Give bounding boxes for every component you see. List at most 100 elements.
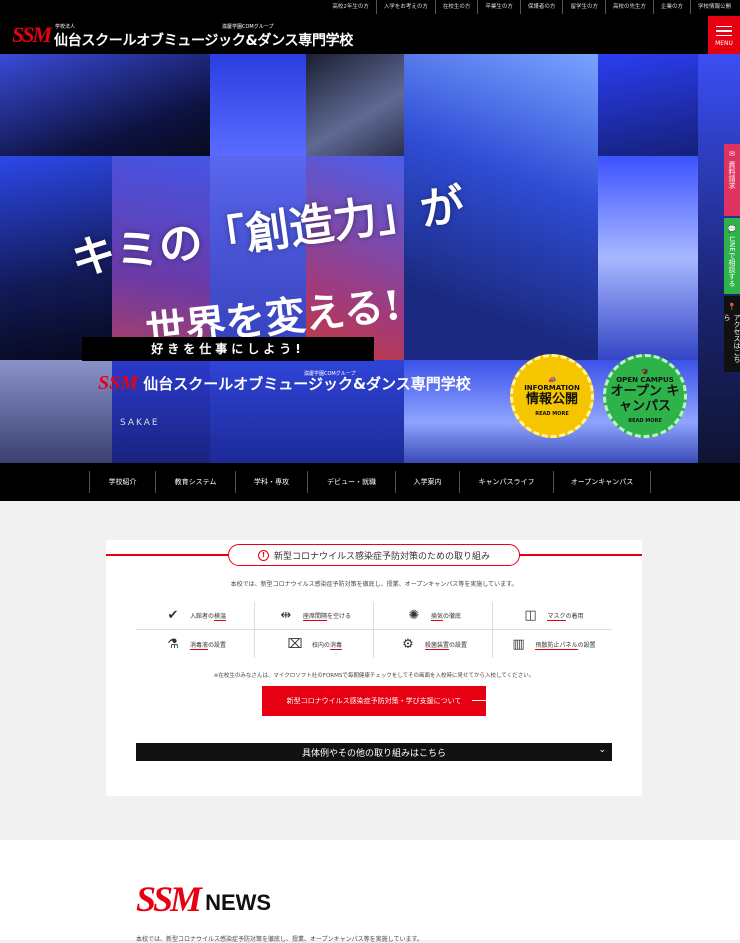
covid-title-text: 新型コロナウイルス感染症予防対策のための取り組み bbox=[273, 551, 490, 562]
measure-label: 校内の消毒 bbox=[311, 641, 343, 650]
covid-support-button[interactable]: 新型コロナウイルス感染症予防対策・学び支援について bbox=[262, 686, 502, 716]
nav-item-campus-life[interactable]: キャンパスライフ bbox=[459, 471, 553, 493]
measure-item: ◫ マスクの着用 bbox=[493, 602, 612, 630]
ventilation-icon: ✺ bbox=[408, 608, 420, 623]
group-label: 滋慶学園COMグループ bbox=[222, 24, 274, 30]
covid-description: 本校では、新型コロナウイルス感染症予防対策を徹底し、授業、オープンキャンパス等を… bbox=[230, 581, 518, 588]
measure-item: ⇹ 座席間隔を空ける bbox=[255, 602, 374, 630]
chat-bubble-icon: 💬 bbox=[728, 224, 736, 233]
nav-item-open-campus[interactable]: オープンキャンパス bbox=[553, 471, 651, 493]
covid-support-label: 新型コロナウイルス感染症予防対策・学び支援について bbox=[286, 697, 462, 705]
news-heading: SSM NEWS bbox=[136, 880, 271, 918]
corp-label: 学校法人 bbox=[55, 24, 76, 30]
news-description: 本校では、新型コロナウイルス感染症予防対策を徹底し、授業、オープンキャンパス等を… bbox=[136, 936, 423, 943]
nav-item-courses[interactable]: 学科・専攻 bbox=[235, 471, 307, 493]
hero-school-name: 仙台スクールオブミュージック&ダンス専門学校 bbox=[143, 375, 471, 393]
measure-label: マスクの着用 bbox=[547, 613, 584, 621]
badge-info-more: READ MORE bbox=[535, 410, 569, 417]
chevron-down-icon: ⌄ bbox=[598, 745, 606, 755]
map-pin-icon: 📍 bbox=[728, 302, 736, 311]
measure-label: 殺菌装置の設置 bbox=[424, 641, 468, 650]
side-tab-request-label: 資料請求 bbox=[728, 161, 736, 189]
utility-link-companies[interactable]: 企業の方 bbox=[652, 0, 690, 14]
distance-icon: ⇹ bbox=[280, 608, 292, 623]
open-campus-badge[interactable]: 🎓 OPEN CAMPUS オープン キャンパス READ MORE bbox=[603, 354, 687, 438]
hero-ssm-mark: SSM bbox=[98, 372, 139, 394]
hero-photo-blue bbox=[210, 54, 306, 156]
school-name[interactable]: 仙台スクールオブミュージック&ダンス専門学校 bbox=[54, 30, 353, 50]
arrow-icon bbox=[472, 700, 502, 701]
hamburger-icon bbox=[716, 23, 732, 40]
badge-info-main: 情報公開 bbox=[525, 391, 578, 407]
menu-button[interactable]: MENU bbox=[708, 16, 740, 54]
utility-link-prospective[interactable]: 入学をお考えの方 bbox=[375, 0, 435, 14]
measure-item: ⌧ 校内の消毒 bbox=[255, 630, 374, 658]
news-title: NEWS bbox=[205, 890, 272, 915]
utility-link-graduates[interactable]: 卒業生の方 bbox=[477, 0, 520, 14]
utility-link-teachers[interactable]: 高校の先生方 bbox=[604, 0, 653, 14]
badge-oc-more: READ MORE bbox=[628, 418, 662, 424]
envelope-icon: ✉ bbox=[728, 150, 736, 158]
covid-title: ! 新型コロナウイルス感染症予防対策のための取り組み bbox=[228, 544, 520, 566]
news-ssm-mark: SSM bbox=[136, 879, 202, 919]
measure-label: 飛散防止パネルの設置 bbox=[535, 641, 596, 650]
covid-accordion-label: 具体例やその他の取り組みはこちら bbox=[301, 748, 446, 759]
measure-label: 消毒液の設置 bbox=[189, 641, 227, 650]
news-section: SSM NEWS 本校では、新型コロナウイルス感染症予防対策を徹底し、授業、オー… bbox=[0, 840, 740, 943]
hero-banner: キミの「創造力」が 世界を変える! 好きを仕事にしよう! SSM 仙台スクールオ… bbox=[0, 54, 740, 463]
nav-item-about[interactable]: 学校紹介 bbox=[89, 471, 155, 493]
ssm-logo[interactable]: SSM bbox=[12, 22, 52, 48]
mask-icon: ◫ bbox=[524, 608, 537, 623]
utility-link-international[interactable]: 留学生の方 bbox=[562, 0, 605, 14]
drum-text: SAKAE bbox=[120, 418, 160, 428]
megaphone-icon: 📣 bbox=[547, 375, 557, 384]
measure-label: 換気の徹底 bbox=[430, 613, 462, 621]
measure-label: 入館者の検温 bbox=[189, 613, 227, 621]
measure-item: ⚙ 殺菌装置の設置 bbox=[374, 630, 493, 658]
global-nav: 学校紹介 教育システム 学科・専攻 デビュー・就職 入学案内 キャンパスライフ … bbox=[0, 463, 740, 501]
covid-measures: ✔ 入館者の検温 ⇹ 座席間隔を空ける ✺ 換気の徹底 ◫ マスクの着用 ⚗ 消… bbox=[136, 602, 612, 658]
badge-oc-main: オープン キャンパス bbox=[610, 384, 680, 414]
utility-link-second-year[interactable]: 高校2年生の方 bbox=[325, 0, 376, 14]
utility-link-parents[interactable]: 保護者の方 bbox=[519, 0, 563, 14]
covid-accordion[interactable]: 具体例やその他の取り組みはこちら ⌄ bbox=[136, 743, 612, 761]
covid-note: ※在校生のみなさんは、マイクロソフト社のFORMSで毎朝健康チェックをしてその画… bbox=[213, 673, 535, 679]
nav-item-education[interactable]: 教育システム bbox=[155, 471, 235, 493]
menu-label: MENU bbox=[715, 40, 733, 48]
badge-info-top: INFORMATION bbox=[524, 383, 580, 392]
side-tab-access[interactable]: 📍 アクセスはこちら bbox=[723, 296, 740, 372]
badge-oc-top: OPEN CAMPUS bbox=[616, 376, 674, 384]
hero-tagline: 好きを仕事にしよう! bbox=[82, 337, 374, 361]
side-tab-request[interactable]: ✉ 資料請求 bbox=[724, 144, 740, 216]
nav-item-admission[interactable]: 入学案内 bbox=[395, 471, 459, 493]
side-tab-access-label: アクセスはこちら bbox=[723, 313, 740, 363]
exclamation-icon: ! bbox=[257, 549, 269, 561]
covid-panel: ! 新型コロナウイルス感染症予防対策のための取り組み 本校では、新型コロナウイル… bbox=[106, 540, 642, 796]
hero-logo: SSM 仙台スクールオブミュージック&ダンス専門学校 滋慶学園COMグループ bbox=[98, 371, 471, 395]
hero-photo-student bbox=[0, 360, 112, 463]
sterilizer-icon: ⚙ bbox=[402, 636, 414, 652]
hero-group-label: 滋慶学園COMグループ bbox=[304, 371, 356, 377]
check-icon: ✔ bbox=[167, 608, 179, 623]
measure-label: 座席間隔を空ける bbox=[302, 613, 352, 621]
measure-item: ✔ 入館者の検温 bbox=[136, 602, 255, 630]
side-tab-line-label: LINEで相談する bbox=[728, 235, 736, 287]
partition-icon: ▥ bbox=[512, 636, 525, 652]
hero-photo-engineer bbox=[306, 54, 404, 156]
side-tab-line[interactable]: 💬 LINEで相談する bbox=[724, 218, 740, 294]
utility-link-current-students[interactable]: 在校生の方 bbox=[434, 0, 478, 14]
hero-photo-face bbox=[598, 156, 698, 360]
measure-item: ✺ 換気の徹底 bbox=[374, 602, 493, 630]
nav-item-debut[interactable]: デビュー・就職 bbox=[307, 471, 395, 493]
measure-item: ⚗ 消毒液の設置 bbox=[136, 630, 255, 658]
information-badge[interactable]: 📣 INFORMATION 情報公開 READ MORE bbox=[510, 354, 594, 438]
site-header: SSM 学校法人 滋慶学園COMグループ 仙台スクールオブミュージック&ダンス専… bbox=[0, 14, 740, 54]
mortarboard-icon: 🎓 bbox=[640, 368, 650, 376]
hero-photo-dancers bbox=[0, 54, 210, 156]
sanitize-icon: ⌧ bbox=[287, 636, 303, 652]
disinfectant-icon: ⚗ bbox=[167, 636, 179, 652]
utility-link-disclosure[interactable]: 学校情報公開 bbox=[689, 0, 738, 14]
hero-photo-dancer-right bbox=[598, 54, 698, 156]
measure-item: ▥ 飛散防止パネルの設置 bbox=[493, 630, 612, 658]
utility-nav: 高校2年生の方 入学をお考えの方 在校生の方 卒業生の方 保護者の方 留学生の方… bbox=[0, 0, 740, 14]
